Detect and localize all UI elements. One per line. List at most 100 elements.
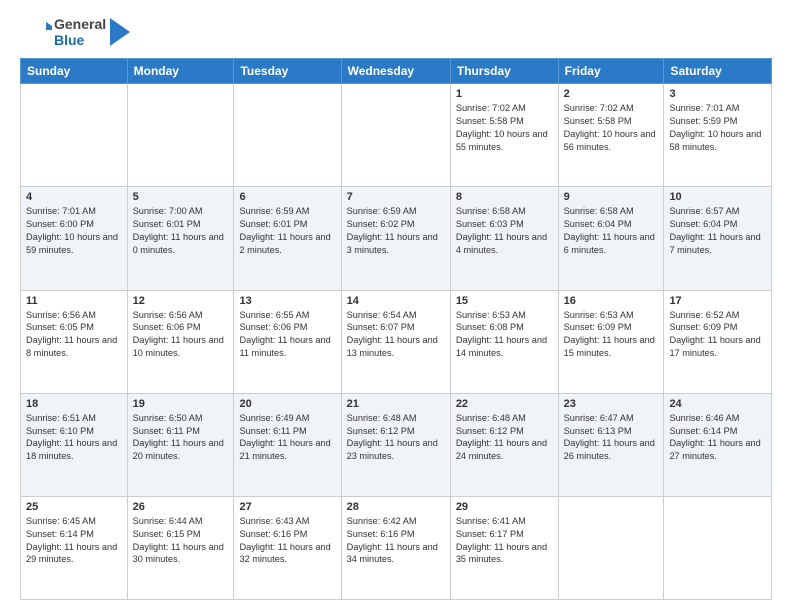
day-cell [127, 84, 234, 187]
day-info: Sunrise: 6:43 AM Sunset: 6:16 PM Dayligh… [239, 515, 335, 567]
logo-blue: Blue [54, 32, 106, 48]
day-cell: 17 Sunrise: 6:52 AM Sunset: 6:09 PM Dayli… [664, 290, 772, 393]
day-info: Sunrise: 6:53 AM Sunset: 6:08 PM Dayligh… [456, 309, 553, 361]
day-info: Sunrise: 6:54 AM Sunset: 6:07 PM Dayligh… [347, 309, 445, 361]
day-info: Sunrise: 6:52 AM Sunset: 6:09 PM Dayligh… [669, 309, 766, 361]
day-cell: 16 Sunrise: 6:53 AM Sunset: 6:09 PM Dayli… [558, 290, 664, 393]
day-number: 4 [26, 191, 122, 203]
day-number: 12 [133, 295, 229, 307]
day-info: Sunrise: 6:48 AM Sunset: 6:12 PM Dayligh… [347, 412, 445, 464]
day-info: Sunrise: 6:53 AM Sunset: 6:09 PM Dayligh… [564, 309, 659, 361]
day-number: 5 [133, 191, 229, 203]
day-cell: 21 Sunrise: 6:48 AM Sunset: 6:12 PM Dayli… [341, 393, 450, 496]
day-cell: 23 Sunrise: 6:47 AM Sunset: 6:13 PM Dayli… [558, 393, 664, 496]
day-cell [234, 84, 341, 187]
day-info: Sunrise: 6:50 AM Sunset: 6:11 PM Dayligh… [133, 412, 229, 464]
day-info: Sunrise: 7:02 AM Sunset: 5:58 PM Dayligh… [456, 102, 553, 154]
day-number: 2 [564, 88, 659, 100]
day-cell: 8 Sunrise: 6:58 AM Sunset: 6:03 PM Daylig… [450, 187, 558, 290]
calendar-header-row: SundayMondayTuesdayWednesdayThursdayFrid… [21, 59, 772, 84]
week-row-5: 25 Sunrise: 6:45 AM Sunset: 6:14 PM Dayli… [21, 496, 772, 599]
week-row-2: 4 Sunrise: 7:01 AM Sunset: 6:00 PM Daylig… [21, 187, 772, 290]
day-cell: 5 Sunrise: 7:00 AM Sunset: 6:01 PM Daylig… [127, 187, 234, 290]
day-info: Sunrise: 7:00 AM Sunset: 6:01 PM Dayligh… [133, 205, 229, 257]
day-number: 22 [456, 398, 553, 410]
day-number: 8 [456, 191, 553, 203]
day-cell: 22 Sunrise: 6:48 AM Sunset: 6:12 PM Dayli… [450, 393, 558, 496]
day-cell: 27 Sunrise: 6:43 AM Sunset: 6:16 PM Dayli… [234, 496, 341, 599]
day-number: 21 [347, 398, 445, 410]
day-info: Sunrise: 6:58 AM Sunset: 6:04 PM Dayligh… [564, 205, 659, 257]
day-number: 27 [239, 501, 335, 513]
day-cell [558, 496, 664, 599]
day-number: 6 [239, 191, 335, 203]
day-cell: 24Sunrise: 6:46 AM Sunset: 6:14 PM Dayli… [664, 393, 772, 496]
day-info: Sunrise: 6:47 AM Sunset: 6:13 PM Dayligh… [564, 412, 659, 464]
day-info: Sunrise: 6:42 AM Sunset: 6:16 PM Dayligh… [347, 515, 445, 567]
day-info: Sunrise: 6:51 AM Sunset: 6:10 PM Dayligh… [26, 412, 122, 464]
logo-general: General [54, 16, 106, 32]
col-header-thursday: Thursday [450, 59, 558, 84]
page-header: General Blue [20, 16, 772, 48]
logo-graphic [20, 16, 52, 48]
logo: General Blue [20, 16, 130, 48]
col-header-sunday: Sunday [21, 59, 128, 84]
day-cell: 1 Sunrise: 7:02 AM Sunset: 5:58 PM Daylig… [450, 84, 558, 187]
day-cell: 14Sunrise: 6:54 AM Sunset: 6:07 PM Dayli… [341, 290, 450, 393]
day-info: Sunrise: 6:45 AM Sunset: 6:14 PM Dayligh… [26, 515, 122, 567]
day-number: 28 [347, 501, 445, 513]
day-number: 18 [26, 398, 122, 410]
week-row-4: 18 Sunrise: 6:51 AM Sunset: 6:10 PM Dayli… [21, 393, 772, 496]
day-number: 17 [669, 295, 766, 307]
day-number: 13 [239, 295, 335, 307]
day-info: Sunrise: 6:58 AM Sunset: 6:03 PM Dayligh… [456, 205, 553, 257]
day-cell: 20 Sunrise: 6:49 AM Sunset: 6:11 PM Dayli… [234, 393, 341, 496]
day-number: 29 [456, 501, 553, 513]
day-info: Sunrise: 6:56 AM Sunset: 6:05 PM Dayligh… [26, 309, 122, 361]
day-number: 19 [133, 398, 229, 410]
day-cell: 26Sunrise: 6:44 AM Sunset: 6:15 PM Dayli… [127, 496, 234, 599]
day-number: 7 [347, 191, 445, 203]
day-info: Sunrise: 7:01 AM Sunset: 6:00 PM Dayligh… [26, 205, 122, 257]
day-info: Sunrise: 7:02 AM Sunset: 5:58 PM Dayligh… [564, 102, 659, 154]
day-cell: 19 Sunrise: 6:50 AM Sunset: 6:11 PM Dayli… [127, 393, 234, 496]
logo-arrow [110, 18, 130, 46]
day-cell: 7Sunrise: 6:59 AM Sunset: 6:02 PM Daylig… [341, 187, 450, 290]
day-number: 11 [26, 295, 122, 307]
day-cell: 28 Sunrise: 6:42 AM Sunset: 6:16 PM Dayli… [341, 496, 450, 599]
col-header-monday: Monday [127, 59, 234, 84]
day-number: 24 [669, 398, 766, 410]
day-info: Sunrise: 6:48 AM Sunset: 6:12 PM Dayligh… [456, 412, 553, 464]
col-header-wednesday: Wednesday [341, 59, 450, 84]
day-cell: 25 Sunrise: 6:45 AM Sunset: 6:14 PM Dayli… [21, 496, 128, 599]
day-cell [341, 84, 450, 187]
day-info: Sunrise: 6:56 AM Sunset: 6:06 PM Dayligh… [133, 309, 229, 361]
col-header-saturday: Saturday [664, 59, 772, 84]
day-info: Sunrise: 6:55 AM Sunset: 6:06 PM Dayligh… [239, 309, 335, 361]
day-cell: 18 Sunrise: 6:51 AM Sunset: 6:10 PM Dayli… [21, 393, 128, 496]
logo-container: General Blue [20, 16, 130, 48]
day-number: 23 [564, 398, 659, 410]
week-row-3: 11 Sunrise: 6:56 AM Sunset: 6:05 PM Dayli… [21, 290, 772, 393]
day-number: 1 [456, 88, 553, 100]
day-cell: 2 Sunrise: 7:02 AM Sunset: 5:58 PM Daylig… [558, 84, 664, 187]
day-info: Sunrise: 6:41 AM Sunset: 6:17 PM Dayligh… [456, 515, 553, 567]
week-row-1: 1 Sunrise: 7:02 AM Sunset: 5:58 PM Daylig… [21, 84, 772, 187]
day-number: 20 [239, 398, 335, 410]
day-cell: 4 Sunrise: 7:01 AM Sunset: 6:00 PM Daylig… [21, 187, 128, 290]
day-number: 16 [564, 295, 659, 307]
day-number: 25 [26, 501, 122, 513]
calendar-table: SundayMondayTuesdayWednesdayThursdayFrid… [20, 58, 772, 600]
day-number: 26 [133, 501, 229, 513]
day-cell: 6Sunrise: 6:59 AM Sunset: 6:01 PM Daylig… [234, 187, 341, 290]
day-number: 3 [669, 88, 766, 100]
day-info: Sunrise: 6:57 AM Sunset: 6:04 PM Dayligh… [669, 205, 766, 257]
day-cell: 11 Sunrise: 6:56 AM Sunset: 6:05 PM Dayli… [21, 290, 128, 393]
day-cell [664, 496, 772, 599]
day-cell: 13 Sunrise: 6:55 AM Sunset: 6:06 PM Dayli… [234, 290, 341, 393]
day-info: Sunrise: 6:49 AM Sunset: 6:11 PM Dayligh… [239, 412, 335, 464]
day-number: 10 [669, 191, 766, 203]
day-cell: 9Sunrise: 6:58 AM Sunset: 6:04 PM Daylig… [558, 187, 664, 290]
col-header-tuesday: Tuesday [234, 59, 341, 84]
day-cell: 10 Sunrise: 6:57 AM Sunset: 6:04 PM Dayli… [664, 187, 772, 290]
